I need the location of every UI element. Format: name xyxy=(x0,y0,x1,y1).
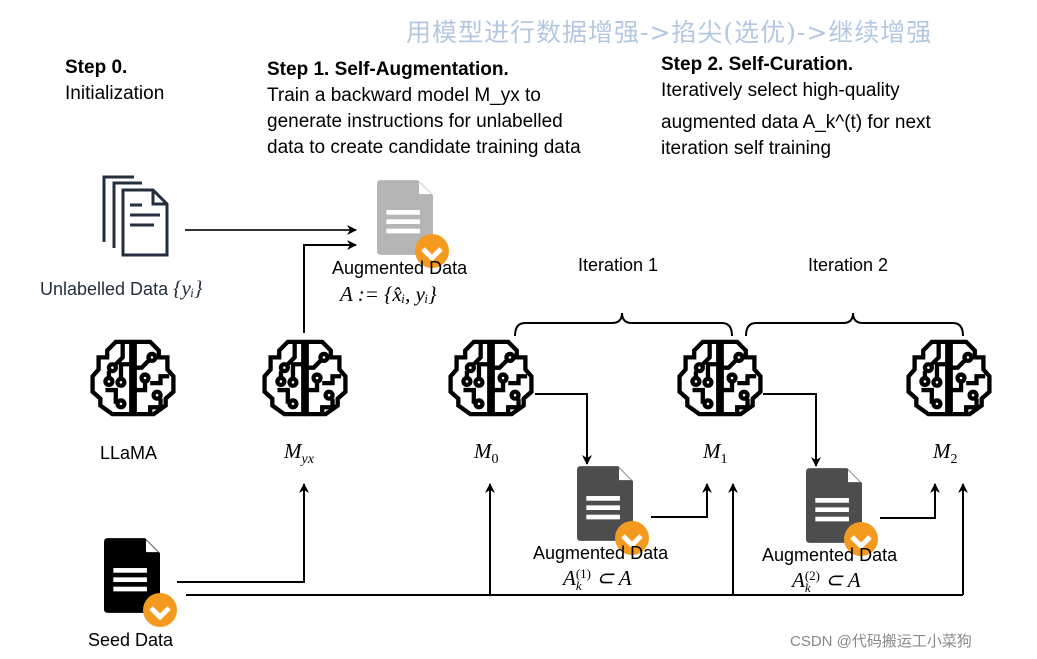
augmented-data-label: Augmented Data xyxy=(332,258,468,278)
m1-sub: 1 xyxy=(720,452,728,468)
augmented-data-math: A := {x̂ᵢ, yᵢ} xyxy=(340,282,437,306)
unlabelled-label-text: Unlabelled Data xyxy=(40,279,169,299)
m-yx-label: Myx xyxy=(284,439,314,468)
m2-label: M2 xyxy=(933,439,958,468)
m1-brain-icon xyxy=(680,342,761,414)
augmented-data-1-label: Augmented Data xyxy=(533,543,669,563)
m2-brain-icon xyxy=(909,342,990,414)
step0-block: Step 0. Initialization xyxy=(65,55,164,107)
step2-line1: Iteratively select high-quality xyxy=(661,80,900,101)
seed-data-label: Seed Data xyxy=(88,630,174,650)
m2-text: M xyxy=(933,439,951,463)
step2-line3: iteration self training xyxy=(661,138,832,159)
m0-sub: 0 xyxy=(491,452,499,468)
llama-label: LLaMA xyxy=(100,443,158,463)
augmented-data-2-label: Augmented Data xyxy=(762,545,898,565)
diagram-canvas: 用模型进行数据增强->掐尖(选优)->继续增强 CSDN @代码搬运工小菜狗 S… xyxy=(0,0,1037,659)
m-yx-sub: yx xyxy=(301,452,314,468)
check-icon xyxy=(143,593,177,627)
step2-line2: augmented data A_k^(t) for next xyxy=(661,112,931,133)
step2-block: Step 2. Self-Curation. Iteratively selec… xyxy=(661,52,931,162)
aug1-sub: k xyxy=(575,578,582,594)
step1-title: Step 1. Self-Augmentation. xyxy=(267,59,509,80)
step0-title: Step 0. xyxy=(65,57,128,78)
watermark-bottom: CSDN @代码搬运工小菜狗 xyxy=(790,633,972,650)
llama-brain-icon xyxy=(93,342,174,414)
unlabelled-math: {yᵢ} xyxy=(173,276,203,300)
m0-brain-icon xyxy=(451,342,532,414)
step1-line1: Train a backward model M_yx to xyxy=(267,85,541,106)
step1-line3: data to create candidate training data xyxy=(267,137,581,158)
iteration-2-brace xyxy=(745,312,964,337)
m-yx-brain-icon xyxy=(265,342,346,414)
m1-label: M1 xyxy=(703,439,728,468)
m0-text: M xyxy=(474,439,492,463)
augmented-data-1-math: A(1) k ⊂ A xyxy=(563,566,632,592)
step2-title: Step 2. Self-Curation. xyxy=(661,54,854,75)
aug2-a: A xyxy=(792,568,805,592)
unlabelled-data-icon xyxy=(102,175,169,257)
m0-label: M0 xyxy=(474,439,499,468)
aug2-rest: ⊂ A xyxy=(820,568,861,592)
m1-text: M xyxy=(703,439,721,463)
watermark-top: 用模型进行数据增强->掐尖(选优)->继续增强 xyxy=(406,18,933,47)
m2-sub: 2 xyxy=(950,452,958,468)
m-yx-text: M xyxy=(284,439,302,463)
iteration-1-label: Iteration 1 xyxy=(578,255,659,275)
step1-line2: generate instructions for unlabelled xyxy=(267,111,563,132)
augmented-data-2-math: A(2) k ⊂ A xyxy=(792,568,861,594)
aug1-rest: ⊂ A xyxy=(591,566,632,590)
iteration-1-brace xyxy=(514,312,733,337)
aug2-sub: k xyxy=(804,580,811,596)
step1-block: Step 1. Self-Augmentation. Train a backw… xyxy=(267,57,581,161)
aug1-a: A xyxy=(563,566,576,590)
unlabelled-data-label: Unlabelled Data {yᵢ} xyxy=(40,276,203,301)
iteration-2-label: Iteration 2 xyxy=(808,255,889,275)
step0-body: Initialization xyxy=(65,83,165,104)
